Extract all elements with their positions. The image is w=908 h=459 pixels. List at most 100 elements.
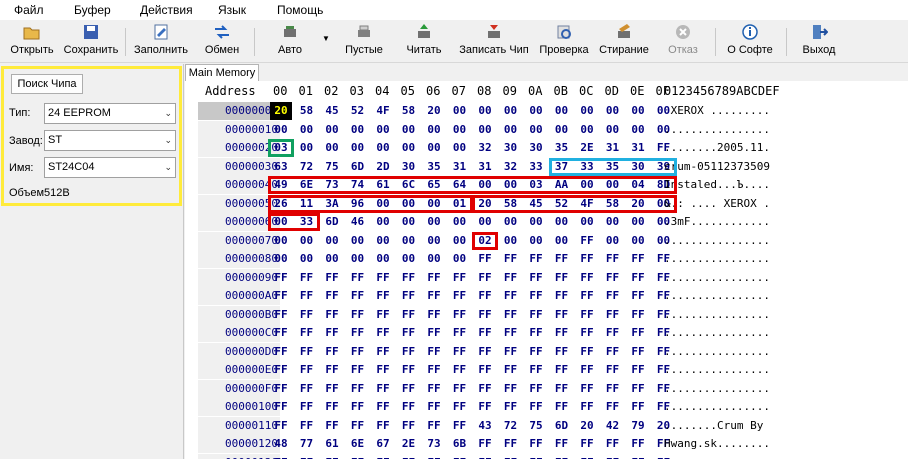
- hex-byte-cell[interactable]: FF: [576, 269, 598, 287]
- hex-byte-cell[interactable]: FF: [270, 269, 292, 287]
- hex-byte-cell[interactable]: FF: [576, 454, 598, 459]
- hex-byte-cell[interactable]: FF: [602, 343, 624, 361]
- hex-byte-cell[interactable]: 00: [627, 102, 649, 120]
- hex-byte-cell[interactable]: 72: [296, 158, 318, 176]
- hex-byte-cell[interactable]: FF: [372, 361, 394, 379]
- hex-byte-cell[interactable]: FF: [627, 324, 649, 342]
- hex-byte-cell[interactable]: 00: [270, 232, 292, 250]
- hex-byte-cell[interactable]: 2E: [398, 435, 420, 453]
- hex-byte-cell[interactable]: FF: [372, 306, 394, 324]
- hex-byte-cell[interactable]: FF: [551, 306, 573, 324]
- hex-byte-cell[interactable]: FF: [423, 287, 445, 305]
- hex-byte-cell[interactable]: FF: [576, 250, 598, 268]
- hex-byte-cell[interactable]: FF: [423, 361, 445, 379]
- hex-byte-cell[interactable]: FF: [423, 417, 445, 435]
- hex-byte-cell[interactable]: 00: [423, 213, 445, 231]
- hex-byte-cell[interactable]: FF: [602, 398, 624, 416]
- hex-byte-cell[interactable]: 00: [423, 139, 445, 157]
- hex-byte-cell[interactable]: FF: [449, 269, 471, 287]
- hex-byte-cell[interactable]: 00: [347, 139, 369, 157]
- hex-byte-cell[interactable]: 00: [398, 121, 420, 139]
- hex-byte-cell[interactable]: FF: [474, 380, 496, 398]
- hex-byte-cell[interactable]: 00: [500, 102, 522, 120]
- hex-byte-cell[interactable]: 58: [296, 102, 318, 120]
- hex-byte-cell[interactable]: FF: [372, 454, 394, 459]
- hex-byte-cell[interactable]: 75: [525, 417, 547, 435]
- hex-byte-cell[interactable]: 00: [372, 139, 394, 157]
- hex-byte-cell[interactable]: FF: [321, 380, 343, 398]
- hex-byte-cell[interactable]: 00: [347, 121, 369, 139]
- hex-byte-cell[interactable]: FF: [627, 398, 649, 416]
- hex-byte-cell[interactable]: FF: [296, 287, 318, 305]
- hex-byte-cell[interactable]: 33: [525, 158, 547, 176]
- hex-byte-cell[interactable]: 2E: [576, 139, 598, 157]
- hex-byte-cell[interactable]: FF: [296, 454, 318, 459]
- hex-byte-cell[interactable]: 31: [449, 158, 471, 176]
- hex-byte-cell[interactable]: FF: [398, 269, 420, 287]
- hex-byte-cell[interactable]: 20: [270, 102, 292, 120]
- hex-byte-cell[interactable]: 35: [423, 158, 445, 176]
- hex-byte-cell[interactable]: FF: [500, 324, 522, 342]
- hex-byte-cell[interactable]: FF: [321, 324, 343, 342]
- hex-byte-cell[interactable]: FF: [270, 454, 292, 459]
- hex-byte-cell[interactable]: FF: [525, 250, 547, 268]
- hex-byte-cell[interactable]: FF: [296, 417, 318, 435]
- hex-byte-cell[interactable]: 00: [449, 213, 471, 231]
- hex-byte-cell[interactable]: FF: [270, 398, 292, 416]
- hex-byte-cell[interactable]: 00: [551, 213, 573, 231]
- hex-byte-cell[interactable]: FF: [525, 454, 547, 459]
- hex-byte-cell[interactable]: 00: [449, 121, 471, 139]
- read-button[interactable]: Читать: [398, 20, 450, 62]
- hex-byte-cell[interactable]: FF: [296, 380, 318, 398]
- hex-byte-cell[interactable]: 63: [270, 158, 292, 176]
- hex-byte-cell[interactable]: 00: [270, 250, 292, 268]
- hex-byte-cell[interactable]: 00: [525, 102, 547, 120]
- hex-byte-cell[interactable]: FF: [627, 380, 649, 398]
- hex-byte-cell[interactable]: FF: [296, 343, 318, 361]
- hex-byte-cell[interactable]: FF: [525, 361, 547, 379]
- hex-byte-cell[interactable]: 00: [296, 250, 318, 268]
- hex-byte-cell[interactable]: 67: [372, 435, 394, 453]
- hex-byte-cell[interactable]: 32: [474, 139, 496, 157]
- hex-byte-cell[interactable]: FF: [270, 306, 292, 324]
- hex-byte-cell[interactable]: FF: [296, 324, 318, 342]
- hex-byte-cell[interactable]: FF: [551, 343, 573, 361]
- hex-byte-cell[interactable]: 00: [602, 213, 624, 231]
- hex-byte-cell[interactable]: 00: [602, 121, 624, 139]
- hex-byte-cell[interactable]: FF: [576, 324, 598, 342]
- search-chip-button[interactable]: Поиск Чипа: [11, 74, 83, 94]
- hex-byte-cell[interactable]: FF: [372, 324, 394, 342]
- hex-byte-cell[interactable]: 00: [398, 250, 420, 268]
- hex-byte-cell[interactable]: 43: [474, 417, 496, 435]
- hex-byte-cell[interactable]: FF: [500, 287, 522, 305]
- menu-file[interactable]: Файл: [14, 3, 44, 17]
- hex-byte-cell[interactable]: 00: [347, 250, 369, 268]
- hex-byte-cell[interactable]: 00: [525, 121, 547, 139]
- hex-byte-cell[interactable]: 31: [602, 139, 624, 157]
- tab-main-memory[interactable]: Main Memory: [185, 64, 259, 81]
- hex-byte-cell[interactable]: 6D: [321, 213, 343, 231]
- hex-byte-cell[interactable]: FF: [474, 250, 496, 268]
- hex-byte-cell[interactable]: 00: [551, 102, 573, 120]
- hex-byte-cell[interactable]: FF: [347, 343, 369, 361]
- hex-byte-cell[interactable]: 00: [398, 213, 420, 231]
- hex-byte-cell[interactable]: FF: [576, 306, 598, 324]
- hex-byte-cell[interactable]: 35: [551, 139, 573, 157]
- hex-byte-cell[interactable]: 00: [627, 232, 649, 250]
- hex-byte-cell[interactable]: FF: [627, 361, 649, 379]
- hex-byte-cell[interactable]: FF: [449, 380, 471, 398]
- hex-byte-cell[interactable]: FF: [602, 380, 624, 398]
- hex-byte-cell[interactable]: FF: [270, 417, 292, 435]
- auto-dropdown-arrow-icon[interactable]: ▼: [322, 34, 330, 43]
- hex-byte-cell[interactable]: 00: [474, 121, 496, 139]
- hex-byte-cell[interactable]: 20: [423, 102, 445, 120]
- hex-byte-cell[interactable]: 00: [296, 232, 318, 250]
- hex-byte-cell[interactable]: FF: [551, 324, 573, 342]
- hex-byte-cell[interactable]: FF: [321, 398, 343, 416]
- hex-byte-cell[interactable]: 4F: [372, 102, 394, 120]
- hex-byte-cell[interactable]: FF: [270, 380, 292, 398]
- hex-byte-cell[interactable]: FF: [474, 324, 496, 342]
- hex-byte-cell[interactable]: FF: [602, 269, 624, 287]
- hex-byte-cell[interactable]: FF: [372, 380, 394, 398]
- hex-byte-cell[interactable]: 00: [474, 102, 496, 120]
